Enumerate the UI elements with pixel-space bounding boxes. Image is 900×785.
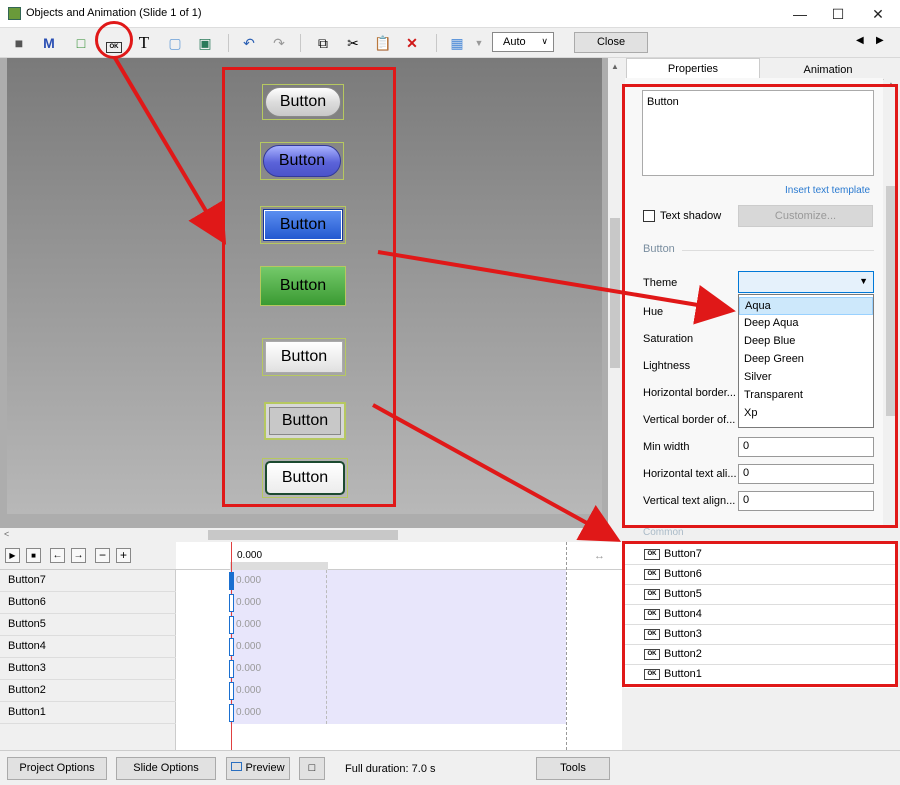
arrow-canvas-to-theme — [377, 250, 736, 325]
arrow-canvas-to-object-list — [372, 403, 622, 542]
annotation-arrows — [113, 56, 736, 542]
arrow-toolbar-to-canvas — [113, 56, 227, 245]
